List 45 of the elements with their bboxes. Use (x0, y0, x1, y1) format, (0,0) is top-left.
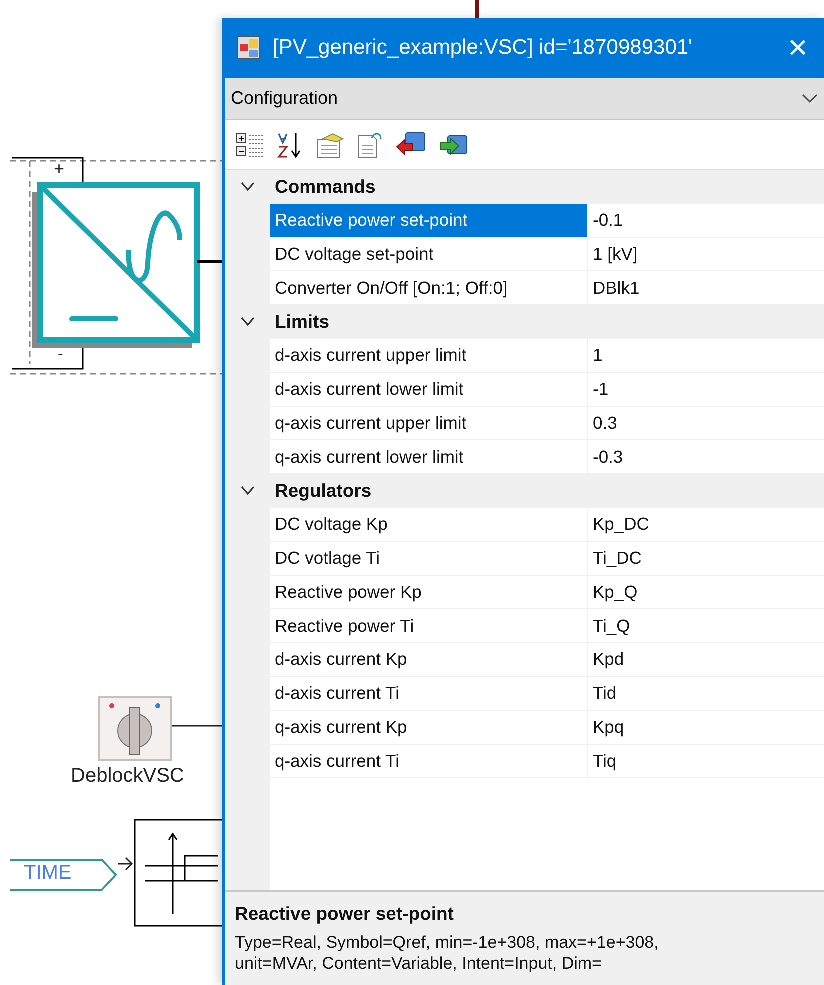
plus-label: + (54, 160, 65, 178)
property-value[interactable]: Tiq (588, 744, 824, 778)
property-name[interactable]: DC voltage set-point (270, 238, 588, 272)
property-value[interactable]: Tid (588, 676, 824, 711)
property-value[interactable]: 0.3 (588, 406, 824, 440)
collapse-icon[interactable] (240, 486, 254, 496)
chevron-down-icon[interactable] (802, 94, 818, 104)
view-dropdown[interactable]: Configuration (225, 78, 824, 120)
property-name[interactable]: Reactive power Ti (270, 609, 588, 644)
property-name[interactable]: Reactive power set-point (270, 204, 588, 238)
window-title: [PV_generic_example:VSC] id='1870989301' (273, 35, 694, 62)
property-value[interactable]: Kpd (588, 643, 824, 677)
property-name[interactable]: d-axis current upper limit (270, 338, 588, 373)
property-name[interactable]: DC votlage Ti (270, 542, 588, 576)
property-name[interactable]: DC voltage Kp (270, 508, 588, 542)
property-value[interactable]: Kp_DC (588, 508, 824, 542)
group-header[interactable]: Regulators (270, 474, 824, 508)
collapse-icon[interactable] (240, 317, 254, 328)
property-value[interactable]: Ti_DC (588, 542, 824, 576)
close-button[interactable]: × (784, 31, 812, 65)
property-value[interactable]: Kpq (588, 710, 824, 745)
property-value[interactable]: -1 (588, 372, 824, 407)
property-value[interactable]: -0.1 (588, 204, 824, 238)
group-header[interactable]: Limits (270, 305, 824, 339)
property-value[interactable]: 1 [kV] (588, 238, 824, 272)
property-value[interactable]: 1 (588, 338, 824, 373)
description-title: Reactive power set-point (235, 902, 455, 926)
property-name[interactable]: q-axis current Ti (270, 744, 588, 778)
property-name[interactable]: d-axis current lower limit (270, 372, 588, 407)
property-name[interactable]: d-axis current Ti (270, 676, 588, 711)
signal-label: TIME (24, 861, 72, 885)
property-value[interactable]: Kp_Q (588, 576, 824, 610)
collapse-icon[interactable] (240, 182, 254, 192)
minus-label: - (58, 347, 64, 363)
group-header[interactable]: Commands (270, 170, 824, 204)
app-icon (237, 36, 261, 60)
description-text: Type=Real, Symbol=Qref, min=-1e+308, max=+1e+308, (235, 932, 660, 953)
property-name[interactable]: d-axis current Kp (270, 643, 588, 677)
property-name[interactable]: Reactive power Kp (270, 576, 588, 610)
property-value[interactable]: Ti_Q (588, 609, 824, 644)
dropdown-value: Configuration (231, 87, 340, 110)
property-name[interactable]: q-axis current upper limit (270, 406, 588, 440)
property-name[interactable]: q-axis current Kp (270, 710, 588, 745)
description-text: unit=MVAr, Content=Variable, Intent=Input, Dim= (235, 953, 603, 974)
block-label: DeblockVSC (71, 764, 184, 788)
